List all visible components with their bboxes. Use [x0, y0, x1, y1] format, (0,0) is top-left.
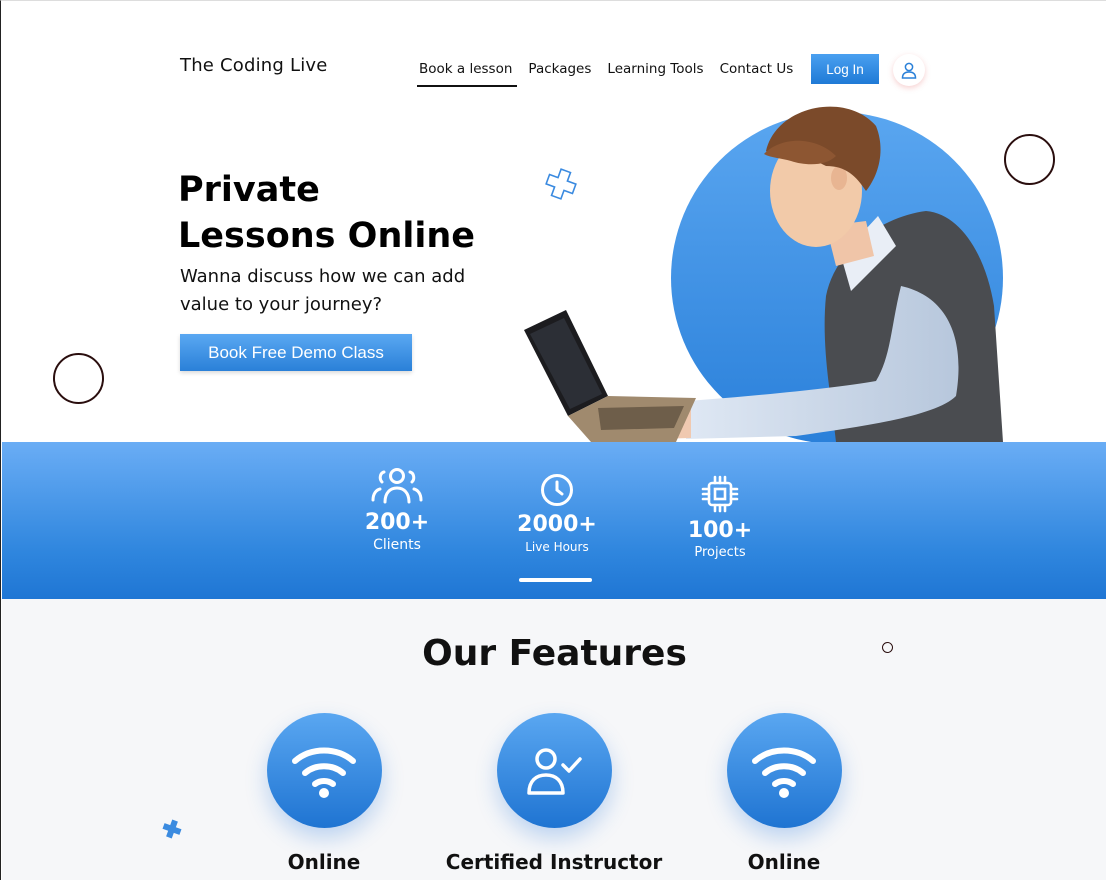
decor-ring-right	[1004, 134, 1055, 185]
stat-projects-label: Projects	[694, 545, 746, 560]
stat-live-hours-value: 2000+	[517, 512, 597, 537]
nav-packages[interactable]: Packages	[526, 59, 596, 87]
hero-title: Private Lessons Online	[178, 167, 508, 259]
hero-title-line-1: Private	[178, 170, 320, 210]
stat-clients: 200+ Clients	[357, 466, 437, 554]
cross-solid-icon	[162, 819, 182, 839]
brand-logo-text[interactable]: The Coding Live	[180, 55, 328, 76]
hero-person-illustration	[524, 106, 1003, 442]
main-nav: Book a lesson Packages Learning Tools Co…	[417, 59, 807, 87]
carousel-active-indicator[interactable]	[519, 578, 592, 582]
stat-clients-label: Clients	[373, 537, 421, 553]
feature-card-certified-instructor[interactable]: Certified Instructor	[434, 713, 674, 874]
feature-card-online-1[interactable]: Online	[204, 713, 444, 874]
page: The Coding Live Book a lesson Packages L…	[0, 0, 1106, 880]
user-icon	[901, 62, 917, 79]
decor-dot-ring	[882, 642, 893, 653]
book-demo-button[interactable]: Book Free Demo Class	[180, 334, 412, 371]
nav-contact-us[interactable]: Contact Us	[718, 59, 799, 87]
feature-icon-circle	[266, 713, 382, 828]
feature-card-online-2[interactable]: Online	[664, 713, 904, 874]
stat-projects: 100+ Projects	[680, 474, 760, 562]
user-profile-button[interactable]	[893, 54, 925, 86]
users-icon	[371, 468, 423, 504]
feature-icon-circle	[726, 713, 842, 828]
login-button[interactable]: Log In	[811, 54, 879, 84]
stat-clients-value: 200+	[364, 510, 430, 535]
hero-subtitle: Wanna discuss how we can add value to yo…	[180, 266, 466, 315]
chip-icon	[701, 475, 739, 513]
wifi-icon	[752, 747, 816, 798]
hero-title-line-2: Lessons Online	[178, 216, 476, 256]
stat-projects-value: 100+	[687, 518, 753, 543]
feature-title: Certified Instructor	[445, 850, 663, 874]
wifi-icon	[292, 747, 356, 798]
stat-live-hours-label: Live Hours	[525, 540, 589, 554]
feature-title: Online	[747, 850, 821, 874]
stats-band: 200+ Clients 2000+ Live Hours 100+ Proje…	[2, 442, 1106, 599]
feature-icon-circle	[496, 713, 612, 828]
nav-learning-tools[interactable]: Learning Tools	[605, 59, 708, 87]
stat-live-hours: 2000+ Live Hours	[517, 472, 597, 556]
decor-ring-left	[53, 353, 104, 404]
features-title: Our Features	[422, 633, 687, 674]
clock-icon	[541, 474, 573, 506]
certified-user-icon	[527, 747, 582, 795]
nav-book-a-lesson[interactable]: Book a lesson	[417, 59, 518, 87]
feature-title: Online	[287, 850, 361, 874]
